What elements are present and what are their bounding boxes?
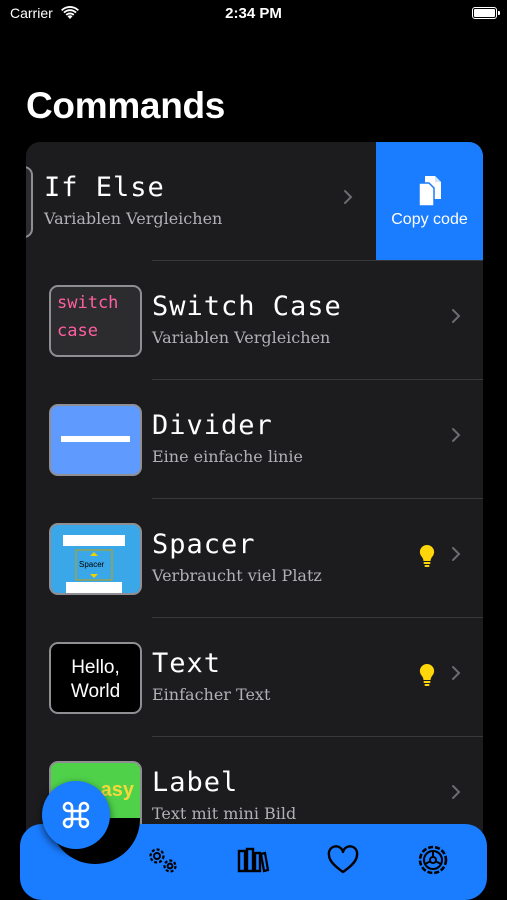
chevron-right-icon	[452, 785, 461, 799]
thumb-text: case	[57, 321, 98, 341]
gears-icon	[149, 848, 177, 873]
switch-case-thumbnail: switch case	[49, 285, 142, 357]
item-subtitle: Text mit mini Bild	[152, 804, 297, 823]
settings-wheel-icon	[418, 845, 448, 875]
status-bar: Carrier 2:34 PM	[0, 0, 507, 30]
thumb-text: switch	[57, 293, 119, 313]
chevron-right-icon	[452, 666, 461, 680]
list-item-if-else[interactable]: If Else Variablen Vergleichen Copy code	[26, 142, 483, 261]
thumb-text: World	[70, 681, 121, 702]
tab-commands[interactable]	[42, 781, 110, 849]
chevron-right-icon	[452, 428, 461, 442]
item-title: Text	[152, 648, 222, 679]
list-item-switch-case[interactable]: switch case Switch Case Variablen Vergle…	[26, 261, 483, 380]
heart-icon	[327, 845, 359, 874]
lightbulb-icon[interactable]	[419, 663, 435, 687]
lightbulb-icon[interactable]	[419, 544, 435, 568]
tab-library[interactable]	[233, 840, 273, 880]
spacer-thumbnail: Spacer	[49, 523, 142, 595]
copy-icon	[417, 175, 441, 207]
if-else-thumbnail	[26, 166, 33, 238]
list-item-text[interactable]: Hello, World Text Einfacher Text	[26, 618, 483, 737]
page-title: Commands	[26, 85, 226, 126]
tab-gears[interactable]	[143, 840, 183, 880]
item-title: Label	[152, 767, 239, 798]
item-title: Spacer	[152, 529, 256, 560]
commands-list[interactable]: If Else Variablen Vergleichen Copy code …	[26, 142, 483, 842]
list-item-spacer[interactable]: Spacer Spacer Verbraucht viel Platz	[26, 499, 483, 618]
tab-settings[interactable]	[413, 840, 453, 880]
tab-favorites[interactable]	[323, 840, 363, 880]
item-subtitle: Variablen Vergleichen	[152, 328, 331, 347]
clock: 2:34 PM	[225, 5, 282, 22]
list-item-divider[interactable]: Divider Eine einfache linie	[26, 380, 483, 499]
text-thumbnail: Hello, World	[49, 642, 142, 714]
copy-code-button[interactable]: Copy code	[376, 142, 483, 261]
item-title: If Else	[44, 172, 165, 203]
item-title: Switch Case	[152, 291, 342, 322]
chevron-right-icon	[452, 547, 461, 561]
item-subtitle: Eine einfache linie	[152, 447, 303, 466]
item-subtitle: Verbraucht viel Platz	[152, 566, 322, 585]
thumb-text: Hello,	[71, 657, 120, 678]
command-icon	[62, 801, 90, 829]
books-icon	[237, 847, 270, 873]
item-subtitle: Variablen Vergleichen	[44, 209, 223, 228]
item-subtitle: Einfacher Text	[152, 685, 271, 704]
thumb-text: Spacer	[79, 560, 105, 569]
battery-icon	[472, 7, 500, 19]
copy-code-label: Copy code	[391, 210, 468, 228]
item-title: Divider	[152, 410, 273, 441]
divider-thumbnail	[49, 404, 142, 476]
chevron-right-icon	[344, 190, 353, 204]
chevron-right-icon	[452, 309, 461, 323]
